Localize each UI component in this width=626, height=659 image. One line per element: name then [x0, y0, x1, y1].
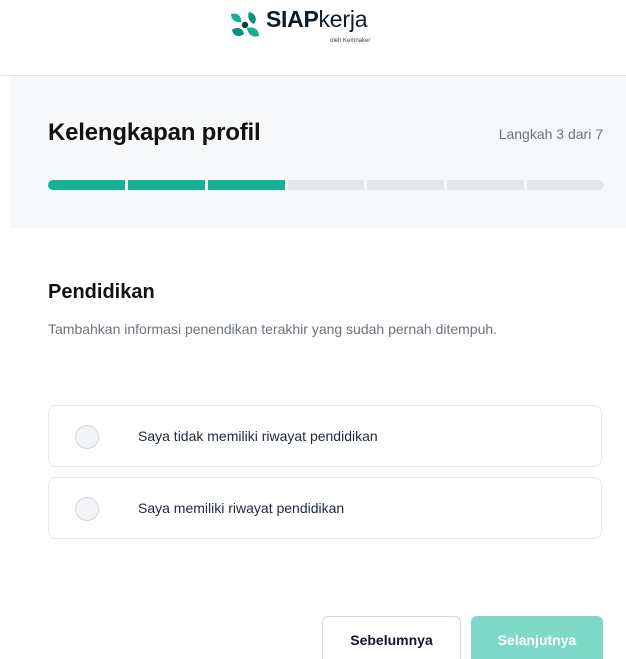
progress-segment-complete	[207, 180, 285, 190]
option-label: Saya memiliki riwayat pendidikan	[138, 500, 345, 516]
progress-bar	[48, 180, 605, 190]
logo-brand-light: kerja	[318, 6, 368, 32]
logo-wordmark: SIAPkerja oleh Kemnaker	[266, 6, 370, 45]
option-no-education[interactable]: Saya tidak memiliki riwayat pendidikan	[48, 405, 602, 467]
progress-segment-pending	[527, 180, 605, 190]
option-has-education[interactable]: Saya memiliki riwayat pendidikan	[48, 477, 602, 539]
next-button[interactable]: Selanjutnya	[471, 616, 603, 659]
logo-brand-bold: SIAP	[266, 6, 319, 32]
section-title: Pendidikan	[48, 281, 155, 303]
radio-button[interactable]	[75, 425, 99, 449]
section-description: Tambahkan informasi penendikan terakhir …	[48, 321, 498, 337]
progress-segment-pending	[447, 180, 525, 190]
step-indicator: Langkah 3 dari 7	[498, 126, 603, 142]
progress-segment-complete	[127, 180, 205, 190]
progress-segment-complete	[48, 180, 125, 190]
header: SIAPkerja oleh Kemnaker	[0, 0, 626, 76]
previous-button[interactable]: Sebelumnya	[322, 616, 461, 659]
logo-subtitle: oleh Kemnaker	[330, 38, 371, 44]
radio-button[interactable]	[75, 497, 99, 521]
siapkerja-logo[interactable]: SIAPkerja oleh Kemnaker	[227, 6, 370, 48]
siapkerja-logo-icon	[231, 12, 259, 37]
profile-progress-panel: Kelengkapan profil Langkah 3 dari 7	[10, 77, 626, 228]
page-title: Kelengkapan profil	[48, 119, 261, 146]
option-label: Saya tidak memiliki riwayat pendidikan	[138, 428, 378, 444]
progress-segment-pending	[287, 180, 365, 190]
progress-segment-pending	[367, 180, 445, 190]
